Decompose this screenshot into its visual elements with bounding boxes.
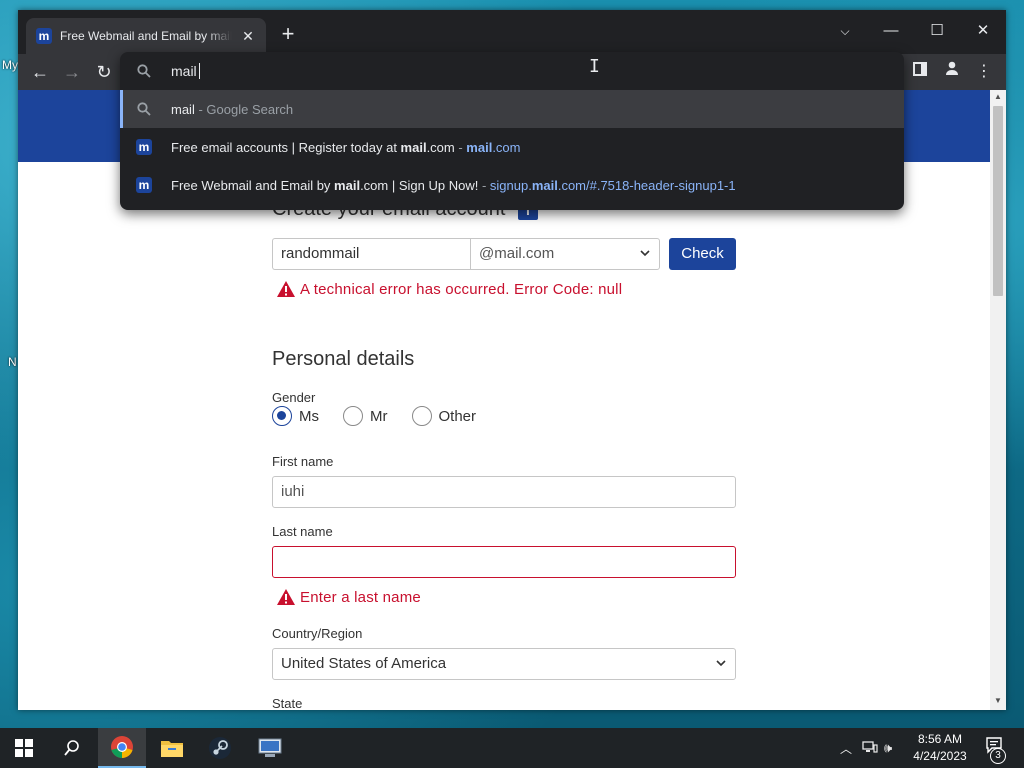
suggestion-url: .com/#.7518-header-signup1-1 <box>557 177 736 193</box>
omnibox-dropdown: mail mail - Google Search m Free email a… <box>120 52 904 210</box>
suggestion-title: Free email accounts | Register today at <box>171 139 401 155</box>
system-clock[interactable]: 8:56 AM 4/24/2023 <box>904 731 976 765</box>
maximize-button[interactable]: ☐ <box>914 16 960 46</box>
network-icon[interactable] <box>862 740 878 757</box>
windows-taskbar: ︿ 🕪 8:56 AM 4/24/2023 3 <box>0 728 1024 768</box>
new-tab-button[interactable]: + <box>278 23 298 45</box>
gender-radio-ms[interactable] <box>272 406 292 426</box>
email-domain-value: @mail.com <box>479 245 555 262</box>
gender-option-label[interactable]: Mr <box>370 408 388 425</box>
suggestion-url: .com <box>492 139 521 155</box>
tab-search-chevron-icon[interactable]: ⌵ <box>822 16 868 46</box>
tab-title: Free Webmail and Email by mail.com | Sig… <box>60 29 232 43</box>
search-icon <box>64 740 79 756</box>
scrollbar-thumb[interactable] <box>993 106 1003 296</box>
last-name-label: Last name <box>272 524 333 539</box>
steam-icon <box>209 737 231 759</box>
desktop-icon-label[interactable]: N <box>8 355 17 369</box>
suggestion-url: signup. <box>489 177 532 193</box>
taskbar-search-button[interactable] <box>48 728 96 768</box>
page-scrollbar[interactable]: ▲ ▼ <box>990 90 1006 710</box>
profile-avatar-icon[interactable] <box>940 60 964 84</box>
gender-radio-group: Ms Mr Other <box>272 406 500 426</box>
close-window-button[interactable]: ✕ <box>960 16 1006 46</box>
taskbar-chrome[interactable] <box>98 728 146 768</box>
network-app-icon <box>258 738 282 757</box>
back-arrow-icon[interactable]: ← <box>28 60 52 84</box>
chevron-down-icon <box>639 239 651 280</box>
taskbar-steam[interactable] <box>196 728 244 768</box>
kebab-menu-icon[interactable]: ⋮ <box>972 60 996 84</box>
title-bar: m Free Webmail and Email by mail.com | S… <box>18 10 1006 54</box>
email-username-input[interactable]: randommail <box>272 238 472 270</box>
suggestion-separator: - <box>454 139 467 155</box>
chevron-up-icon[interactable]: ︿ <box>840 740 852 757</box>
forward-arrow-icon[interactable]: → <box>60 60 84 84</box>
suggestion-title: Free Webmail and Email by <box>171 177 335 193</box>
suggestion-title: mail <box>171 101 195 117</box>
country-select[interactable]: United States of America <box>272 648 736 680</box>
file-explorer-icon <box>161 741 183 757</box>
minimize-button[interactable]: — <box>868 16 914 46</box>
address-bar-input[interactable]: mail <box>171 63 200 79</box>
state-label: State <box>272 696 303 710</box>
mail-favicon-icon: m <box>136 177 152 193</box>
mail-favicon-icon: m <box>136 139 152 155</box>
last-name-error-message: Enter a last name <box>276 588 421 606</box>
first-name-label: First name <box>272 454 334 469</box>
text-caret <box>198 63 200 79</box>
reload-icon[interactable]: ↻ <box>92 60 116 84</box>
scroll-down-icon[interactable]: ▼ <box>990 694 1006 708</box>
start-icon <box>15 739 33 757</box>
desktop-icon-label[interactable]: My <box>2 58 18 72</box>
suggestion-detail: Google Search <box>206 101 294 117</box>
mail-favicon-icon: m <box>36 28 52 44</box>
tab-close-icon[interactable]: ✕ <box>240 28 256 45</box>
gender-radio-mr[interactable] <box>343 406 363 426</box>
side-panel-icon[interactable] <box>908 60 932 84</box>
check-availability-button[interactable]: Check <box>669 238 736 270</box>
gender-radio-other[interactable] <box>411 406 432 426</box>
browser-tab-active[interactable]: m Free Webmail and Email by mail.com | S… <box>26 18 266 54</box>
country-label: Country/Region <box>272 626 363 641</box>
chevron-down-icon <box>715 649 727 690</box>
search-icon <box>137 64 151 78</box>
suggestion-separator: - <box>194 101 207 117</box>
taskbar-file-explorer[interactable] <box>148 728 196 768</box>
warning-icon <box>277 589 295 605</box>
notification-count-badge: 3 <box>990 748 1006 764</box>
gender-option-label[interactable]: Ms <box>299 408 319 425</box>
suggestion-separator: - <box>478 177 490 193</box>
gender-label: Gender <box>272 390 316 405</box>
chrome-icon <box>111 736 133 758</box>
gender-option-label[interactable]: Other <box>439 408 477 425</box>
suggestion-url-match: mail <box>531 177 558 193</box>
suggestion-title-match: mail <box>400 139 427 155</box>
suggestion-title-match: mail <box>334 177 361 193</box>
scroll-up-icon[interactable]: ▲ <box>990 90 1006 104</box>
last-name-error-text: Enter a last name <box>300 588 421 606</box>
first-name-input[interactable]: iuhi <box>272 476 736 508</box>
omnibox-suggestion-history[interactable]: m Free email accounts | Register today a… <box>120 128 904 166</box>
taskbar-network-app[interactable] <box>246 728 294 768</box>
start-button[interactable] <box>0 728 48 768</box>
email-domain-select[interactable]: @mail.com <box>470 238 660 270</box>
omnibox-suggestion-search[interactable]: mail - Google Search <box>120 90 904 128</box>
suggestion-title: .com | Sign Up Now! <box>360 177 479 193</box>
warning-icon <box>277 281 295 297</box>
address-bar[interactable]: mail <box>120 52 904 90</box>
last-name-input[interactable] <box>272 546 736 578</box>
omnibox-suggestion-history[interactable]: m Free Webmail and Email by mail.com | S… <box>120 166 904 204</box>
country-value: United States of America <box>281 655 447 672</box>
mouse-ibeam-cursor-icon: I <box>589 56 600 77</box>
suggestion-title: .com <box>426 139 455 155</box>
suggestion-url-match: mail <box>466 139 493 155</box>
clock-date: 4/24/2023 <box>913 749 967 763</box>
email-error-message: A technical error has occurred. Error Co… <box>276 280 622 298</box>
personal-details-heading: Personal details <box>272 348 415 370</box>
search-icon <box>137 102 151 116</box>
email-error-text: A technical error has occurred. Error Co… <box>300 280 623 298</box>
volume-icon[interactable]: 🕪 <box>884 740 892 756</box>
clock-time: 8:56 AM <box>917 732 963 746</box>
